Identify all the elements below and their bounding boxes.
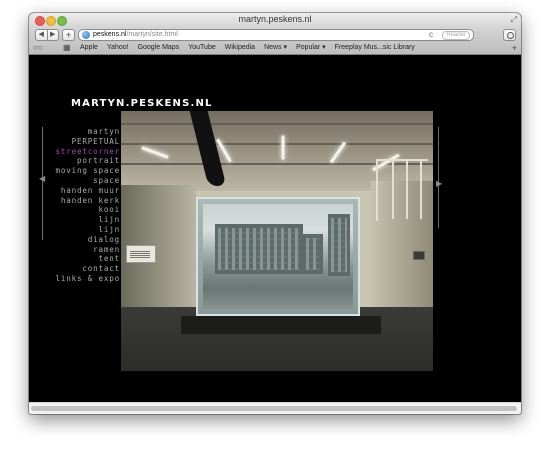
photo-mat xyxy=(181,316,381,334)
menu-item[interactable]: lijn xyxy=(41,215,120,225)
bookmark-youtube[interactable]: YouTube xyxy=(188,42,216,54)
url-path: /martyn/site.html xyxy=(126,31,178,38)
menu-item[interactable]: space xyxy=(41,176,120,186)
photo-building xyxy=(303,234,323,274)
menu-item[interactable]: martyn xyxy=(41,127,120,137)
menu-item[interactable]: handen kerk xyxy=(41,196,120,206)
reading-list-icon[interactable]: ○○ xyxy=(33,43,43,53)
page-content: MARTYN.PESKENS.NL ◀ martyn perpetual str… xyxy=(29,55,521,402)
photo-beam xyxy=(121,123,433,125)
street-image xyxy=(203,204,353,309)
bookmark-google-maps[interactable]: Google Maps xyxy=(138,42,180,54)
menu-item[interactable]: lijn xyxy=(41,225,120,235)
bookmark-yahoo[interactable]: Yahoo! xyxy=(107,42,129,54)
site-title[interactable]: MARTYN.PESKENS.NL xyxy=(71,98,213,109)
window-title: martyn.peskens.nl xyxy=(238,14,312,24)
share-button[interactable] xyxy=(503,29,516,41)
scrollbar-thumb[interactable] xyxy=(31,406,517,411)
top-sites-icon[interactable]: ▦ xyxy=(63,43,71,53)
address-bar[interactable]: peskens.nl/martyn/site.html c Reader xyxy=(78,29,474,41)
add-bookmark-button[interactable]: + xyxy=(512,42,517,54)
photo-poster xyxy=(126,245,156,263)
toolbar: ◀ ▶ + peskens.nl/martyn/site.html c Read… xyxy=(29,27,521,42)
new-tab-button[interactable]: + xyxy=(62,29,75,41)
site-menu: martyn perpetual streetcorner portrait m… xyxy=(41,127,120,284)
photo-scaffold xyxy=(376,159,428,221)
projection-screen xyxy=(196,197,360,316)
horizontal-scrollbar[interactable] xyxy=(29,402,521,414)
url-text[interactable]: peskens.nl/martyn/site.html xyxy=(93,30,178,40)
reload-icon[interactable]: c xyxy=(429,30,433,40)
photo-building xyxy=(215,224,303,274)
globe-icon xyxy=(82,31,90,39)
bookmark-freeplay-music[interactable]: Freeplay Mus...sic Library xyxy=(335,42,415,54)
menu-item[interactable]: kooi xyxy=(41,205,120,215)
bookmark-popular[interactable]: Popular ▾ xyxy=(296,42,326,54)
bookmark-wikipedia[interactable]: Wikipedia xyxy=(225,42,255,54)
photo-building xyxy=(328,214,350,276)
photo-light xyxy=(281,135,285,160)
menu-item[interactable]: perpetual xyxy=(41,137,120,147)
menu-item[interactable]: tent xyxy=(41,254,120,264)
gallery-photo xyxy=(121,111,433,371)
back-button[interactable]: ◀ xyxy=(36,30,47,40)
browser-window: martyn.peskens.nl ⤢ ◀ ▶ + peskens.nl/mar… xyxy=(29,13,521,414)
bookmark-apple[interactable]: Apple xyxy=(80,42,98,54)
photo-beam xyxy=(121,143,433,145)
history-nav: ◀ ▶ xyxy=(35,29,59,41)
bookmark-items: Apple Yahoo! Google Maps YouTube Wikiped… xyxy=(80,42,415,54)
menu-item[interactable]: portrait xyxy=(41,156,120,166)
menu-item[interactable]: moving space xyxy=(41,166,120,176)
bookmarks-bar: ○○ ▦ Apple Yahoo! Google Maps YouTube Wi… xyxy=(29,42,521,55)
photo-frame xyxy=(413,251,425,260)
menu-item[interactable]: dialog xyxy=(41,235,120,245)
fullscreen-icon[interactable]: ⤢ xyxy=(511,15,517,25)
menu-item-active[interactable]: streetcorner xyxy=(41,147,120,157)
forward-button[interactable]: ▶ xyxy=(46,30,59,40)
url-host: peskens.nl xyxy=(93,31,127,38)
reader-button[interactable]: Reader xyxy=(442,31,470,40)
menu-item[interactable]: contact xyxy=(41,264,120,274)
next-arrow-icon[interactable]: ▶ xyxy=(436,179,442,188)
title-bar: martyn.peskens.nl ⤢ xyxy=(29,13,521,27)
right-divider xyxy=(438,127,439,228)
menu-item[interactable]: ramen xyxy=(41,245,120,255)
menu-item[interactable]: links & expo xyxy=(41,274,120,284)
bookmark-news[interactable]: News ▾ xyxy=(264,42,287,54)
menu-item[interactable]: handen muur xyxy=(41,186,120,196)
